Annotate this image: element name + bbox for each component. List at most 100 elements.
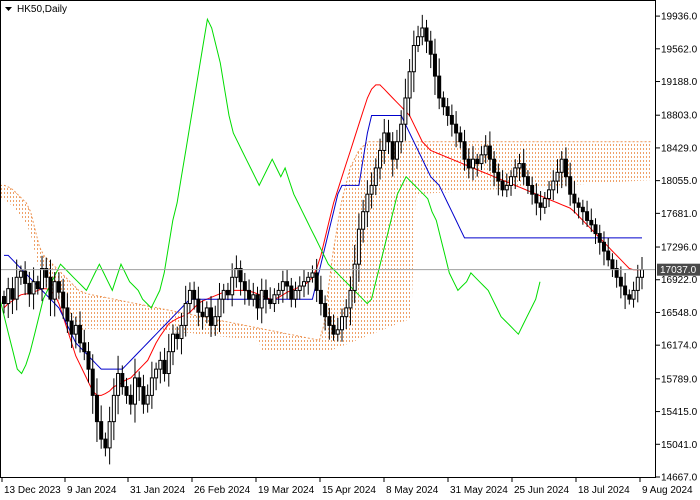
- candle-body: [348, 289, 353, 309]
- candle-body: [154, 368, 159, 379]
- symbol-label: HK50,Daily: [17, 4, 67, 15]
- candle-body: [196, 298, 201, 313]
- candle-body: [128, 394, 133, 405]
- candle-body: [35, 281, 40, 290]
- candle-body: [318, 289, 323, 305]
- candle-body: [521, 163, 526, 178]
- y-tick-label: 18429.0: [661, 143, 698, 154]
- candle-body: [276, 289, 281, 296]
- candle-body: [462, 141, 467, 160]
- x-tick-label: 26 Feb 2024: [194, 485, 251, 496]
- candle-body: [82, 342, 87, 353]
- candle-body: [618, 276, 623, 287]
- candle-body: [23, 270, 28, 284]
- candle-body: [268, 298, 273, 305]
- candle-body: [69, 320, 74, 335]
- candle-body: [542, 198, 547, 208]
- x-tick-label: 9 Jan 2024: [67, 485, 117, 496]
- candle-body: [48, 276, 53, 300]
- candle-body: [420, 27, 425, 38]
- candle-body: [111, 394, 116, 423]
- candle-body: [538, 202, 543, 208]
- x-tick-label: 9 Aug 2024: [642, 485, 693, 496]
- y-axis: 19936.0 19562.0 19188.0 18803.0 18429.0 18055…: [655, 12, 698, 484]
- candle-body: [344, 307, 349, 318]
- candle-body: [137, 377, 142, 388]
- candle-body: [559, 158, 564, 173]
- y-tick-label: 15415.0: [661, 407, 698, 418]
- price-chart[interactable]: 19936.0 19562.0 19188.0 18803.0 18429.0 18055…: [0, 0, 700, 500]
- candle-body: [175, 333, 180, 340]
- candle-body: [73, 324, 78, 335]
- candle-body: [530, 184, 535, 195]
- candle-body: [547, 189, 552, 200]
- candle-body: [445, 106, 450, 116]
- candle-body: [509, 176, 514, 186]
- candle-body: [399, 123, 404, 143]
- candle-body: [204, 307, 209, 318]
- y-tick-label: 19936.0: [661, 12, 698, 23]
- candle-body: [40, 268, 45, 290]
- candle-body: [416, 36, 421, 46]
- y-tick-label: 17681.0: [661, 209, 698, 220]
- candle-body: [623, 285, 628, 296]
- candle-body: [297, 285, 302, 291]
- candle-body: [301, 281, 306, 287]
- candle-body: [606, 250, 611, 261]
- candle-body: [576, 202, 581, 208]
- candle-body: [356, 228, 361, 265]
- candle-body: [454, 123, 459, 134]
- candle-body: [132, 377, 137, 405]
- candle-body: [124, 386, 129, 396]
- candle-body: [90, 368, 95, 396]
- y-tick-label: 17296.0: [661, 243, 698, 254]
- candle-body: [230, 276, 235, 296]
- y-tick-label: 14667.0: [661, 473, 698, 484]
- x-tick-label: 8 May 2024: [386, 485, 439, 496]
- candle-body: [458, 132, 463, 143]
- candle-body: [179, 324, 184, 340]
- candle-body: [382, 132, 387, 151]
- candle-body: [373, 167, 378, 186]
- candle-body: [563, 158, 568, 178]
- candle-body: [116, 373, 121, 396]
- candle-body: [386, 132, 391, 143]
- candle-body: [369, 184, 374, 195]
- candle-body: [323, 303, 328, 318]
- candle-body: [365, 193, 370, 213]
- y-tick-label: 16922.0: [661, 275, 698, 286]
- candle-body: [263, 289, 268, 300]
- candle-body: [487, 145, 492, 160]
- candle-body: [483, 145, 488, 156]
- candle-body: [18, 270, 23, 278]
- x-tick-label: 18 Jul 2024: [578, 485, 630, 496]
- candle-body: [306, 276, 311, 283]
- candle-body: [525, 176, 530, 186]
- candle-body: [293, 289, 298, 300]
- candle-body: [255, 294, 260, 309]
- candle-body: [78, 324, 83, 344]
- candle-body: [572, 193, 577, 204]
- candle-body: [27, 282, 32, 295]
- candle-body: [361, 211, 366, 230]
- candle-body: [466, 158, 471, 169]
- candle-body: [52, 281, 57, 300]
- candle-body: [209, 307, 214, 326]
- candle-body: [200, 311, 205, 318]
- candle-body: [10, 288, 15, 300]
- candle-body: [441, 97, 446, 108]
- candle-body: [432, 53, 437, 77]
- candle-body: [589, 219, 594, 226]
- candle-body: [449, 114, 454, 125]
- candle-body: [496, 171, 501, 182]
- candle-body: [327, 316, 332, 326]
- candle-body: [86, 351, 91, 370]
- candle-body: [352, 263, 357, 291]
- candle-body: [158, 359, 163, 370]
- candle-body: [225, 289, 230, 296]
- candle-body: [221, 289, 226, 300]
- y-tick-label: 16548.0: [661, 308, 698, 319]
- candle-body: [378, 149, 383, 169]
- candle-body: [394, 141, 399, 160]
- candle-body: [640, 269, 644, 278]
